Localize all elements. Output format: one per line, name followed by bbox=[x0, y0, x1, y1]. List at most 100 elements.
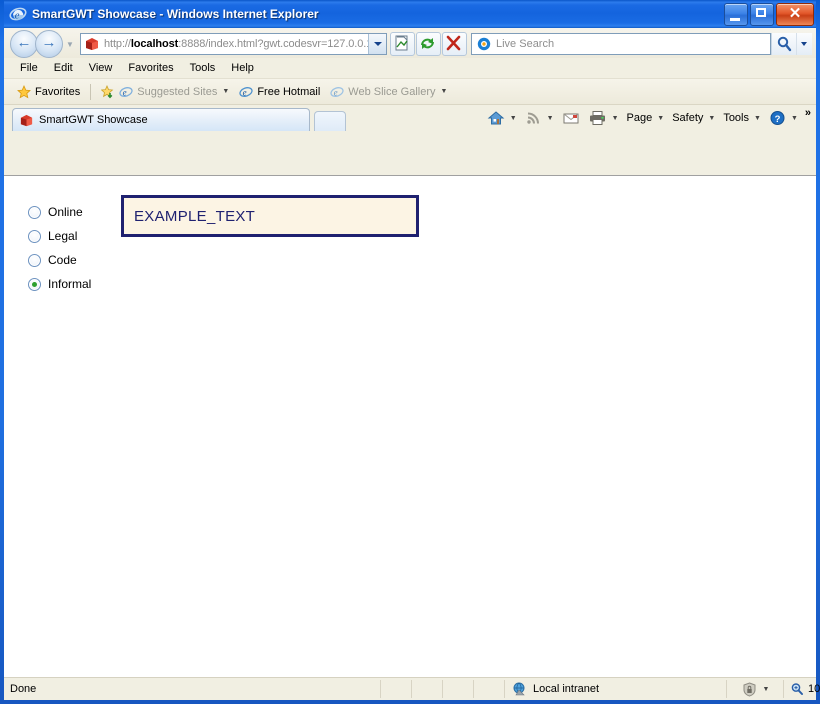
status-message: Done bbox=[10, 683, 37, 695]
example-text-value: EXAMPLE_TEXT bbox=[134, 207, 256, 225]
security-zone[interactable]: Local intranet bbox=[504, 680, 726, 698]
favorites-bar: Favorites e Suggested Sites ▼ e Free Hot… bbox=[4, 79, 816, 105]
tools-menu-button[interactable]: Tools ▼ bbox=[719, 110, 765, 126]
safety-menu-label: Safety bbox=[672, 112, 704, 124]
radio-icon bbox=[28, 229, 41, 243]
menu-view[interactable]: View bbox=[81, 60, 121, 76]
page-content: Online Legal Code Informal EXAMPLE_TEXT bbox=[4, 175, 816, 678]
zoom-level-label: 100% bbox=[808, 683, 820, 695]
search-go-button[interactable] bbox=[771, 33, 796, 55]
read-mail-icon bbox=[562, 110, 580, 126]
site-favicon-icon bbox=[19, 114, 34, 127]
status-cell bbox=[411, 680, 442, 698]
page-menu-button[interactable]: Page ▼ bbox=[623, 110, 669, 126]
address-dropdown-icon[interactable] bbox=[368, 34, 386, 54]
help-icon: ? bbox=[769, 110, 786, 126]
command-bar-overflow-button[interactable]: » bbox=[805, 107, 811, 119]
stop-button[interactable] bbox=[442, 32, 467, 56]
svg-text:e: e bbox=[123, 87, 127, 97]
radio-group: Online Legal Code Informal bbox=[28, 200, 118, 296]
radio-label: Informal bbox=[48, 277, 92, 291]
window-title: SmartGWT Showcase - Windows Internet Exp… bbox=[32, 7, 319, 21]
command-bar: ▼ ▼ ▼ Page ▼ Safety ▼ Tools ▼ ? ▼ » bbox=[483, 107, 812, 129]
search-placeholder: Live Search bbox=[496, 38, 555, 50]
back-button[interactable]: ← bbox=[10, 30, 38, 58]
add-to-favorites-icon bbox=[101, 84, 115, 99]
compatibility-view-button[interactable] bbox=[390, 32, 415, 56]
home-button[interactable]: ▼ bbox=[483, 108, 521, 128]
help-menu-button[interactable]: ? ▼ bbox=[765, 108, 802, 128]
favorites-button[interactable]: Favorites bbox=[12, 83, 85, 101]
svg-text:e: e bbox=[334, 87, 338, 97]
ie-small-icon: e bbox=[239, 85, 253, 99]
feeds-button[interactable]: ▼ bbox=[521, 108, 558, 128]
bing-search-icon bbox=[475, 37, 493, 51]
star-icon bbox=[17, 84, 31, 99]
minimize-button[interactable] bbox=[724, 3, 748, 26]
radio-option-legal[interactable]: Legal bbox=[28, 224, 118, 248]
home-icon bbox=[487, 110, 505, 126]
menu-favorites[interactable]: Favorites bbox=[120, 60, 181, 76]
address-bar[interactable]: http://localhost:8888/index.html?gwt.cod… bbox=[80, 33, 387, 55]
radio-icon bbox=[28, 205, 41, 219]
radio-option-online[interactable]: Online bbox=[28, 200, 118, 224]
ie-logo-icon: e bbox=[9, 5, 27, 23]
recent-pages-dropdown-icon[interactable]: ▼ bbox=[63, 40, 77, 49]
zoom-magnifier-icon bbox=[790, 682, 804, 696]
search-options-dropdown-icon[interactable] bbox=[796, 33, 812, 55]
new-tab-button[interactable] bbox=[314, 111, 346, 131]
radio-option-informal[interactable]: Informal bbox=[28, 272, 118, 296]
ie-small-icon: e bbox=[330, 85, 344, 99]
chevron-down-icon: ▼ bbox=[657, 114, 665, 122]
status-cell bbox=[380, 680, 411, 698]
svg-text:e: e bbox=[15, 9, 20, 21]
navigation-bar: ← → ▼ http://localhost:8888/index.html?g… bbox=[4, 28, 816, 58]
suggested-sites-button[interactable]: e Suggested Sites ▼ bbox=[96, 83, 234, 101]
address-prefix: http:// bbox=[104, 38, 131, 50]
radio-option-code[interactable]: Code bbox=[28, 248, 118, 272]
zoom-control[interactable]: 100% ▼ bbox=[783, 680, 820, 698]
protected-mode-indicator[interactable]: ▼ bbox=[726, 680, 783, 698]
browser-window: e SmartGWT Showcase - Windows Internet E… bbox=[0, 0, 820, 704]
chevron-down-icon: ▼ bbox=[440, 88, 448, 95]
rss-feeds-icon bbox=[525, 110, 542, 126]
site-favicon-icon bbox=[84, 37, 100, 51]
radio-label: Online bbox=[48, 205, 83, 219]
security-zone-label: Local intranet bbox=[533, 683, 600, 695]
search-box[interactable]: Live Search bbox=[471, 33, 771, 55]
menu-file[interactable]: File bbox=[12, 60, 46, 76]
svg-text:?: ? bbox=[775, 114, 781, 125]
menu-tools[interactable]: Tools bbox=[182, 60, 224, 76]
menu-edit[interactable]: Edit bbox=[46, 60, 81, 76]
free-hotmail-button[interactable]: e Free Hotmail bbox=[234, 83, 325, 101]
maximize-button[interactable] bbox=[750, 3, 774, 26]
ie-small-icon: e bbox=[119, 85, 133, 99]
web-slice-gallery-button[interactable]: e Web Slice Gallery ▼ bbox=[325, 83, 452, 101]
suggested-sites-label: Suggested Sites bbox=[137, 85, 218, 98]
safety-menu-button[interactable]: Safety ▼ bbox=[668, 110, 719, 126]
close-button[interactable] bbox=[776, 3, 814, 26]
address-host: localhost bbox=[130, 38, 179, 50]
arrow-right-icon: → bbox=[41, 34, 57, 51]
favorites-label: Favorites bbox=[35, 85, 81, 98]
chevron-down-icon[interactable]: ▼ bbox=[763, 686, 770, 693]
radio-selected-icon bbox=[28, 277, 41, 291]
read-mail-button[interactable] bbox=[558, 108, 584, 128]
example-text-box[interactable]: EXAMPLE_TEXT bbox=[121, 195, 419, 237]
favorites-separator bbox=[90, 83, 92, 100]
browser-client-area: ← → ▼ http://localhost:8888/index.html?g… bbox=[4, 28, 820, 700]
radio-label: Code bbox=[48, 253, 77, 267]
tab-smartgwt-showcase[interactable]: SmartGWT Showcase bbox=[12, 108, 310, 131]
lock-shield-icon bbox=[741, 681, 758, 697]
chevron-down-icon: ▼ bbox=[546, 114, 554, 122]
print-button[interactable]: ▼ bbox=[584, 108, 623, 128]
refresh-button[interactable] bbox=[416, 32, 441, 56]
tab-label: SmartGWT Showcase bbox=[39, 114, 148, 126]
free-hotmail-label: Free Hotmail bbox=[257, 85, 321, 98]
status-cell bbox=[473, 680, 504, 698]
address-suffix: :8888/index.html?gwt.codesvr=127.0.0.1:9… bbox=[178, 38, 368, 50]
intranet-globe-icon bbox=[513, 682, 528, 696]
forward-button[interactable]: → bbox=[35, 30, 63, 58]
menu-help[interactable]: Help bbox=[223, 60, 262, 76]
chevron-down-icon: ▼ bbox=[790, 114, 798, 122]
